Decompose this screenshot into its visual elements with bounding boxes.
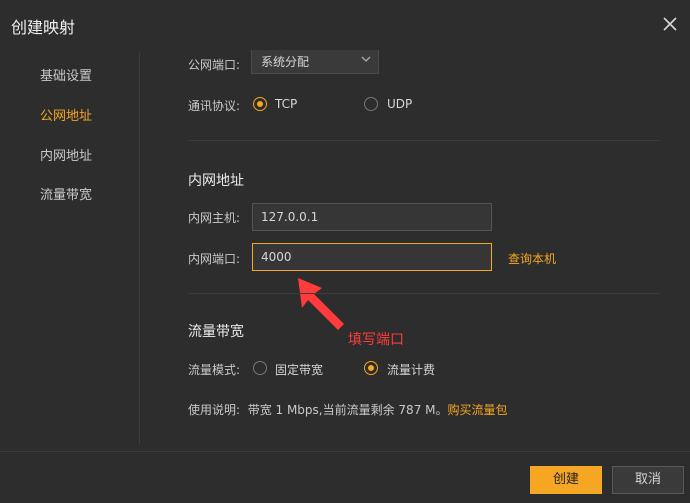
intranet-host-input[interactable] xyxy=(252,203,492,231)
protocol-udp-label[interactable]: UDP xyxy=(387,97,412,111)
protocol-tcp-label[interactable]: TCP xyxy=(275,97,297,111)
bandwidth-section-title: 流量带宽 xyxy=(188,324,244,340)
usage-text: 带宽 1 Mbps,当前流量剩余 787 M。 xyxy=(247,403,448,417)
public-port-select[interactable]: 系统分配 xyxy=(251,50,379,74)
intranet-port-label: 内网端口: xyxy=(188,252,241,266)
cancel-button[interactable]: 取消 xyxy=(612,466,684,494)
sidebar-item-public-address[interactable]: 公网地址 xyxy=(40,105,92,124)
public-port-label: 公网端口: xyxy=(188,58,241,72)
dialog-titlebar: 创建映射 xyxy=(0,0,690,50)
section-divider xyxy=(188,293,660,294)
sidebar-item-basic[interactable]: 基础设置 xyxy=(40,65,92,84)
mode-radio-metered[interactable] xyxy=(364,361,378,375)
intranet-host-label: 内网主机: xyxy=(188,211,241,225)
protocol-radio-tcp[interactable] xyxy=(253,97,267,111)
intranet-port-input[interactable] xyxy=(252,243,492,271)
settings-content[interactable]: 公网端口: 系统分配 通讯协议: TCP UDP 内网地址 内网主机: 内网端口… xyxy=(140,50,690,445)
close-button[interactable] xyxy=(658,12,682,36)
usage-label: 使用说明: xyxy=(188,403,241,417)
footer-divider xyxy=(0,451,690,452)
sidebar-item-bandwidth[interactable]: 流量带宽 xyxy=(40,184,92,203)
query-local-link[interactable]: 查询本机 xyxy=(508,250,556,267)
mode-fixed-label[interactable]: 固定带宽 xyxy=(275,361,323,378)
close-icon xyxy=(663,17,677,31)
protocol-radio-udp[interactable] xyxy=(364,97,378,111)
chevron-down-icon xyxy=(361,56,371,62)
create-button[interactable]: 创建 xyxy=(530,466,602,494)
intranet-section-title: 内网地址 xyxy=(188,173,244,189)
public-port-value: 系统分配 xyxy=(261,55,310,69)
traffic-mode-label: 流量模式: xyxy=(188,363,241,377)
protocol-label: 通讯协议: xyxy=(188,99,241,113)
mode-radio-fixed[interactable] xyxy=(253,361,267,375)
sidebar-item-intranet-address[interactable]: 内网地址 xyxy=(40,145,92,164)
section-divider xyxy=(188,140,660,141)
sidebar: 基础设置 公网地址 内网地址 流量带宽 xyxy=(0,50,140,445)
usage-description: 使用说明: 带宽 1 Mbps,当前流量剩余 787 M。购买流量包 xyxy=(188,401,508,418)
buy-traffic-link[interactable]: 购买流量包 xyxy=(448,403,508,417)
annotation-text: 填写端口 xyxy=(348,332,404,348)
mode-metered-label[interactable]: 流量计费 xyxy=(387,361,435,378)
dialog-title: 创建映射 xyxy=(11,18,76,37)
